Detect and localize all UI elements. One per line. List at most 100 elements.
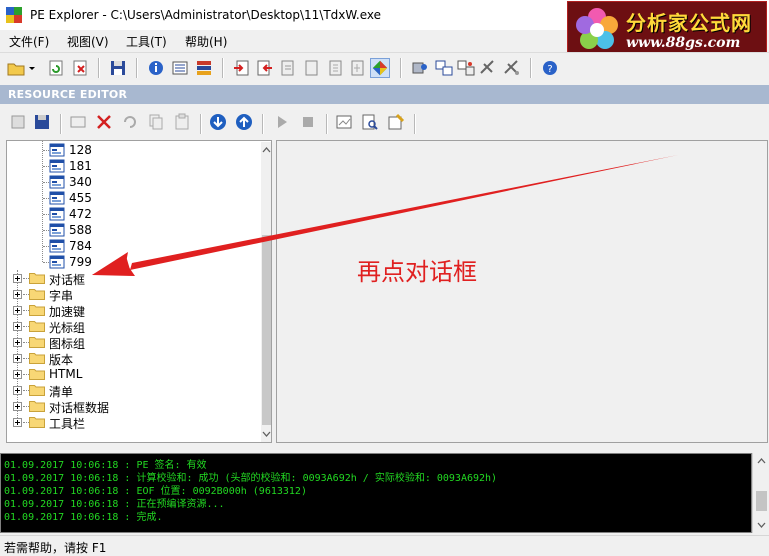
log-scroll-thumb[interactable] (756, 491, 767, 511)
tree-item-dialog-472[interactable]: 472 (7, 206, 257, 222)
expand-icon[interactable] (13, 386, 22, 395)
save-resource-icon[interactable] (32, 112, 52, 132)
expand-icon[interactable] (13, 370, 22, 379)
tree-item-dialog-340[interactable]: 340 (7, 174, 257, 190)
expand-icon[interactable] (13, 274, 22, 283)
imports-icon[interactable] (254, 58, 274, 78)
tree-folder-label: 工具栏 (49, 417, 86, 431)
dependency-icon[interactable] (348, 58, 368, 78)
folder-icon (29, 273, 45, 284)
toolbar-separator (98, 58, 99, 78)
watermark-logo: 分析家公式网 www.88gs.com (567, 1, 767, 57)
help-icon[interactable]: ? (540, 58, 560, 78)
tree-item-dialog-784[interactable]: 784 (7, 238, 257, 254)
tree-folder-label: HTML (49, 367, 83, 381)
delete-icon[interactable] (94, 112, 114, 132)
tree-item-dialog-455[interactable]: 455 (7, 190, 257, 206)
scroll-down-icon[interactable] (757, 521, 766, 529)
dialog-resource-icon (49, 159, 65, 173)
menu-view[interactable]: 视图(V) (67, 33, 109, 50)
close-file-icon[interactable] (70, 58, 90, 78)
rename-icon[interactable] (68, 112, 88, 132)
stop-icon[interactable] (298, 112, 318, 132)
log-line: 01.09.2017 10:06:18 : 完成. (4, 512, 163, 523)
tree-folder-item[interactable]: 光标组 (7, 318, 257, 335)
tree-folder-item[interactable]: 清单 (7, 382, 257, 399)
flower-logo-icon (576, 8, 618, 49)
tree-item-dialog-799[interactable]: 799 (7, 254, 257, 270)
debug-icon[interactable] (302, 58, 322, 78)
dialog-edit-icon[interactable] (334, 112, 354, 132)
folder-icon (29, 369, 45, 380)
play-icon[interactable] (272, 112, 292, 132)
headers-icon[interactable] (170, 58, 190, 78)
tree-folder-item[interactable]: 图标组 (7, 334, 257, 351)
tree-folder-item[interactable]: 对话框 (7, 270, 257, 287)
log-panel: 01.09.2017 10:06:18 : PE 签名: 有效 01.09.20… (0, 453, 752, 533)
tree-folder-item[interactable]: 对话框数据 (7, 398, 257, 415)
toolbar-separator (414, 114, 415, 134)
sections-icon[interactable] (194, 58, 214, 78)
expand-icon[interactable] (13, 290, 22, 299)
open-dropdown-icon[interactable] (26, 58, 38, 78)
copy-icon[interactable] (146, 112, 166, 132)
analyzer-icon[interactable] (410, 58, 430, 78)
expand-icon[interactable] (13, 306, 22, 315)
tree-item-dialog-181[interactable]: 181 (7, 158, 257, 174)
tree-scroll-thumb[interactable] (262, 235, 271, 425)
tree-item-label: 799 (69, 255, 92, 269)
scroll-up-icon[interactable] (757, 457, 766, 465)
toolbar-separator (530, 58, 531, 78)
open-folder-icon[interactable] (6, 58, 26, 78)
expand-icon[interactable] (13, 402, 22, 411)
move-down-icon[interactable] (208, 112, 228, 132)
paste-icon[interactable] (172, 112, 192, 132)
toolbar-separator (60, 114, 61, 134)
toolbar-separator (326, 114, 327, 134)
save-icon[interactable] (108, 58, 128, 78)
move-up-icon[interactable] (234, 112, 254, 132)
menu-file[interactable]: 文件(F) (9, 33, 49, 50)
info-icon[interactable] (146, 58, 166, 78)
tree-folder-item[interactable]: HTML (7, 366, 257, 382)
tool-b-icon[interactable] (502, 58, 522, 78)
menu-help[interactable]: 帮助(H) (185, 33, 227, 50)
status-bar: 若需帮助，请按 F1 (0, 535, 769, 555)
tree-item-dialog-128[interactable]: 128 (7, 142, 257, 158)
undo-icon[interactable] (120, 112, 140, 132)
tree-scrollbar[interactable] (261, 142, 271, 442)
scroll-down-icon[interactable] (262, 430, 271, 438)
main-toolbar: ? (0, 52, 769, 82)
disassembler-icon[interactable] (326, 58, 346, 78)
windows-icon[interactable] (434, 58, 454, 78)
extract-icon[interactable] (8, 112, 28, 132)
watermark-url: www.88gs.com (626, 35, 741, 51)
log-scrollbar[interactable] (752, 453, 769, 533)
menu-bar: 文件(F) 视图(V) 工具(T) 帮助(H) (0, 30, 566, 50)
dialog-resource-icon (49, 239, 65, 253)
properties-icon[interactable] (386, 112, 406, 132)
folder-icon (29, 337, 45, 348)
folder-icon (29, 417, 45, 428)
tree-folder-item[interactable]: 版本 (7, 350, 257, 367)
tree-folder-item[interactable]: 字串 (7, 286, 257, 303)
tree-folder-item[interactable]: 工具栏 (7, 414, 257, 431)
dialog-resource-icon (49, 207, 65, 221)
menu-tools[interactable]: 工具(T) (126, 33, 167, 50)
exports-icon[interactable] (232, 58, 252, 78)
tool-a-icon[interactable] (478, 58, 498, 78)
tree-item-label: 472 (69, 207, 92, 221)
reload-icon[interactable] (46, 58, 66, 78)
expand-icon[interactable] (13, 418, 22, 427)
expand-icon[interactable] (13, 322, 22, 331)
resource-editor-icon[interactable] (370, 58, 390, 78)
tree-item-dialog-588[interactable]: 588 (7, 222, 257, 238)
resources-icon[interactable] (278, 58, 298, 78)
tree-folder-item[interactable]: 加速键 (7, 302, 257, 319)
expand-icon[interactable] (13, 338, 22, 347)
folder-icon (29, 321, 45, 332)
expand-icon[interactable] (13, 354, 22, 363)
scroll-up-icon[interactable] (262, 146, 271, 154)
compare-icon[interactable] (456, 58, 476, 78)
search-resource-icon[interactable] (360, 112, 380, 132)
